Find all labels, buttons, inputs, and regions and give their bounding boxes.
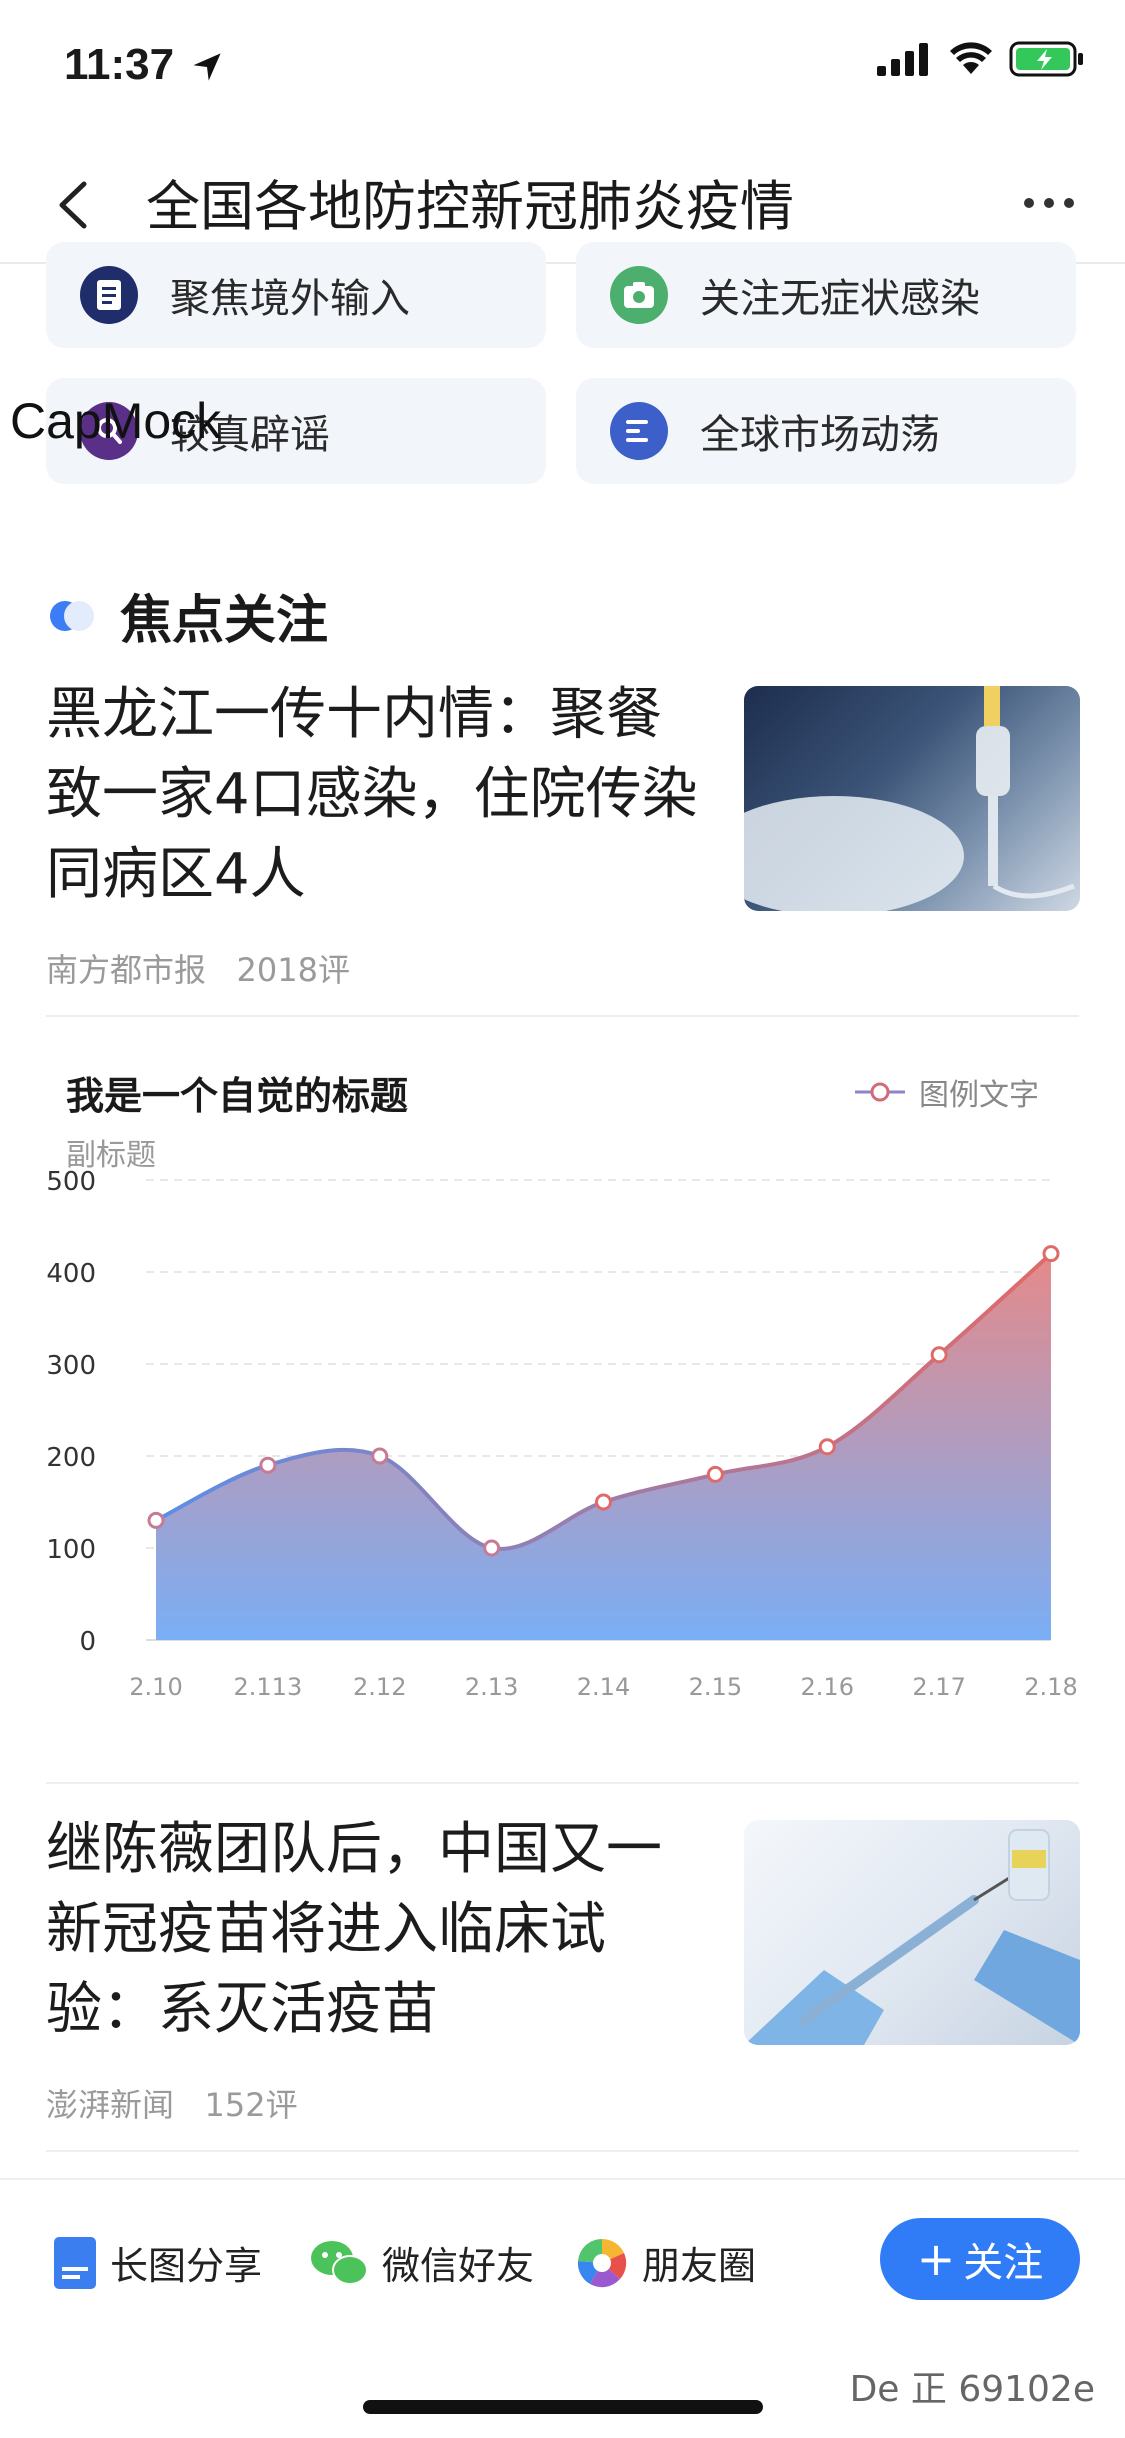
news-comments: 152评 xyxy=(204,2086,298,2124)
share-moments-button[interactable]: 朋友圈 xyxy=(576,2235,756,2290)
news-title: 继陈薇团队后，中国又一新冠疫苗将进入临床试验：系灭活疫苗 xyxy=(46,1817,662,2042)
x-tick-label: 2.13 xyxy=(465,1673,518,1701)
more-icon[interactable] xyxy=(1019,188,1079,218)
news-thumbnail-iv-drip[interactable] xyxy=(744,686,1080,911)
signal-icon xyxy=(877,43,928,76)
series-area xyxy=(156,1253,1051,1640)
follow-label: 关注 xyxy=(963,2240,1044,2286)
share-long-image-label: 长图分享 xyxy=(110,2244,263,2288)
focus-section-title: 焦点关注 xyxy=(120,591,329,651)
follow-button[interactable]: + 关注 xyxy=(880,2218,1080,2300)
iv-drip-icon xyxy=(744,686,1075,911)
news-meta: 南方都市报 2018评 xyxy=(46,945,706,991)
y-tick-label: 200 xyxy=(46,1443,96,1473)
category-card-overseas[interactable]: 聚焦境外输入 xyxy=(46,242,546,348)
data-point xyxy=(259,1456,277,1474)
back-icon[interactable] xyxy=(50,180,100,230)
x-tick-label: 2.15 xyxy=(689,1673,742,1701)
bottom-share-bar: 长图分享 微信好友 朋友圈 + 关注 De 正 69102e xyxy=(0,2178,1125,2438)
x-tick-label: 2.17 xyxy=(912,1673,965,1701)
data-point xyxy=(371,1447,389,1465)
moments-icon xyxy=(577,2238,627,2287)
chart-plot: 0 100 200 300 400 500 2.10 2.113 2.12 2.13 2.14 2.1… xyxy=(46,1170,1077,1701)
page-title: 全国各地防控新冠肺炎疫情 xyxy=(146,175,794,238)
news-title: 黑龙江一传十内情：聚餐致一家4口感染，住院传染同病区4人 xyxy=(46,682,698,907)
category-card-market[interactable]: 全球市场动荡 xyxy=(576,378,1076,484)
news-meta: 澎湃新闻 152评 xyxy=(46,2080,706,2126)
news-source: 澎湃新闻 xyxy=(46,2086,175,2124)
divider xyxy=(46,1782,1079,1784)
chart-legend: 图例文字 xyxy=(855,1070,1039,1114)
list-icon xyxy=(610,402,668,460)
y-tick-label: 400 xyxy=(46,1259,96,1289)
news-source: 南方都市报 xyxy=(46,951,207,989)
data-point xyxy=(930,1346,948,1364)
news-item[interactable]: 继陈薇团队后，中国又一新冠疫苗将进入临床试验：系灭活疫苗 澎湃新闻 152评 xyxy=(46,1810,706,2126)
share-moments-label: 朋友圈 xyxy=(642,2244,757,2288)
home-indicator xyxy=(363,2400,763,2414)
focus-section-header: 焦点关注 xyxy=(50,578,328,653)
chart-title: 我是一个自觉的标题 xyxy=(66,1074,409,1118)
data-point xyxy=(483,1539,501,1557)
toggle-dot-icon xyxy=(50,595,94,637)
x-tick-label: 2.14 xyxy=(577,1673,630,1701)
x-tick-label: 2.113 xyxy=(234,1673,303,1701)
legend-marker-icon xyxy=(855,1082,905,1102)
y-tick-label: 300 xyxy=(46,1351,96,1381)
share-long-image-button[interactable]: 长图分享 xyxy=(54,2235,262,2290)
document-icon xyxy=(80,266,138,324)
category-card-asymptomatic[interactable]: 关注无症状感染 xyxy=(576,242,1076,348)
x-tick-label: 2.16 xyxy=(801,1673,854,1701)
status-indicators xyxy=(877,40,1085,78)
x-tick-label: 2.10 xyxy=(129,1673,182,1701)
status-time-text: 11:37 xyxy=(64,40,175,89)
location-arrow-icon xyxy=(193,53,221,81)
share-wechat-label: 微信好友 xyxy=(382,2244,535,2288)
news-thumbnail-vaccine[interactable] xyxy=(744,1820,1080,2045)
camera-icon xyxy=(610,266,668,324)
divider xyxy=(46,1015,1079,1017)
wechat-icon xyxy=(311,2240,368,2285)
syringe-icon xyxy=(744,1829,1080,2045)
news-item[interactable]: 黑龙江一传十内情：聚餐致一家4口感染，住院传染同病区4人 南方都市报 2018评 xyxy=(46,675,706,991)
x-tick-label: 2.18 xyxy=(1024,1673,1077,1701)
legend-label: 图例文字 xyxy=(919,1078,1039,1113)
category-label: 全球市场动荡 xyxy=(700,412,940,458)
news-comments: 2018评 xyxy=(236,951,350,989)
data-point xyxy=(818,1438,836,1456)
chart-subtitle: 副标题 xyxy=(66,1138,156,1173)
y-tick-label: 100 xyxy=(46,1535,96,1565)
x-tick-label: 2.12 xyxy=(353,1673,406,1701)
y-tick-label: 0 xyxy=(79,1627,96,1657)
data-point xyxy=(1042,1245,1060,1263)
wifi-icon xyxy=(950,42,992,74)
category-label: 关注无症状感染 xyxy=(700,276,980,322)
divider xyxy=(46,2150,1079,2152)
category-label: 聚焦境外输入 xyxy=(170,276,410,322)
watermark: CapMock xyxy=(10,393,222,449)
battery-icon xyxy=(1009,41,1083,77)
data-point xyxy=(595,1493,612,1511)
plus-icon: + xyxy=(916,2232,956,2286)
footer-code: De 正 69102e xyxy=(849,2369,1095,2410)
share-wechat-button[interactable]: 微信好友 xyxy=(310,2235,534,2290)
y-tick-label: 500 xyxy=(46,1170,96,1197)
status-time: 11:37 xyxy=(64,40,224,90)
data-point xyxy=(147,1511,165,1529)
data-point xyxy=(706,1465,724,1483)
long-image-icon xyxy=(54,2236,96,2289)
chart-card: 我是一个自觉的标题 副标题 图例文字 0 100 200 300 400 500 2.10 2… xyxy=(46,1040,1079,1740)
